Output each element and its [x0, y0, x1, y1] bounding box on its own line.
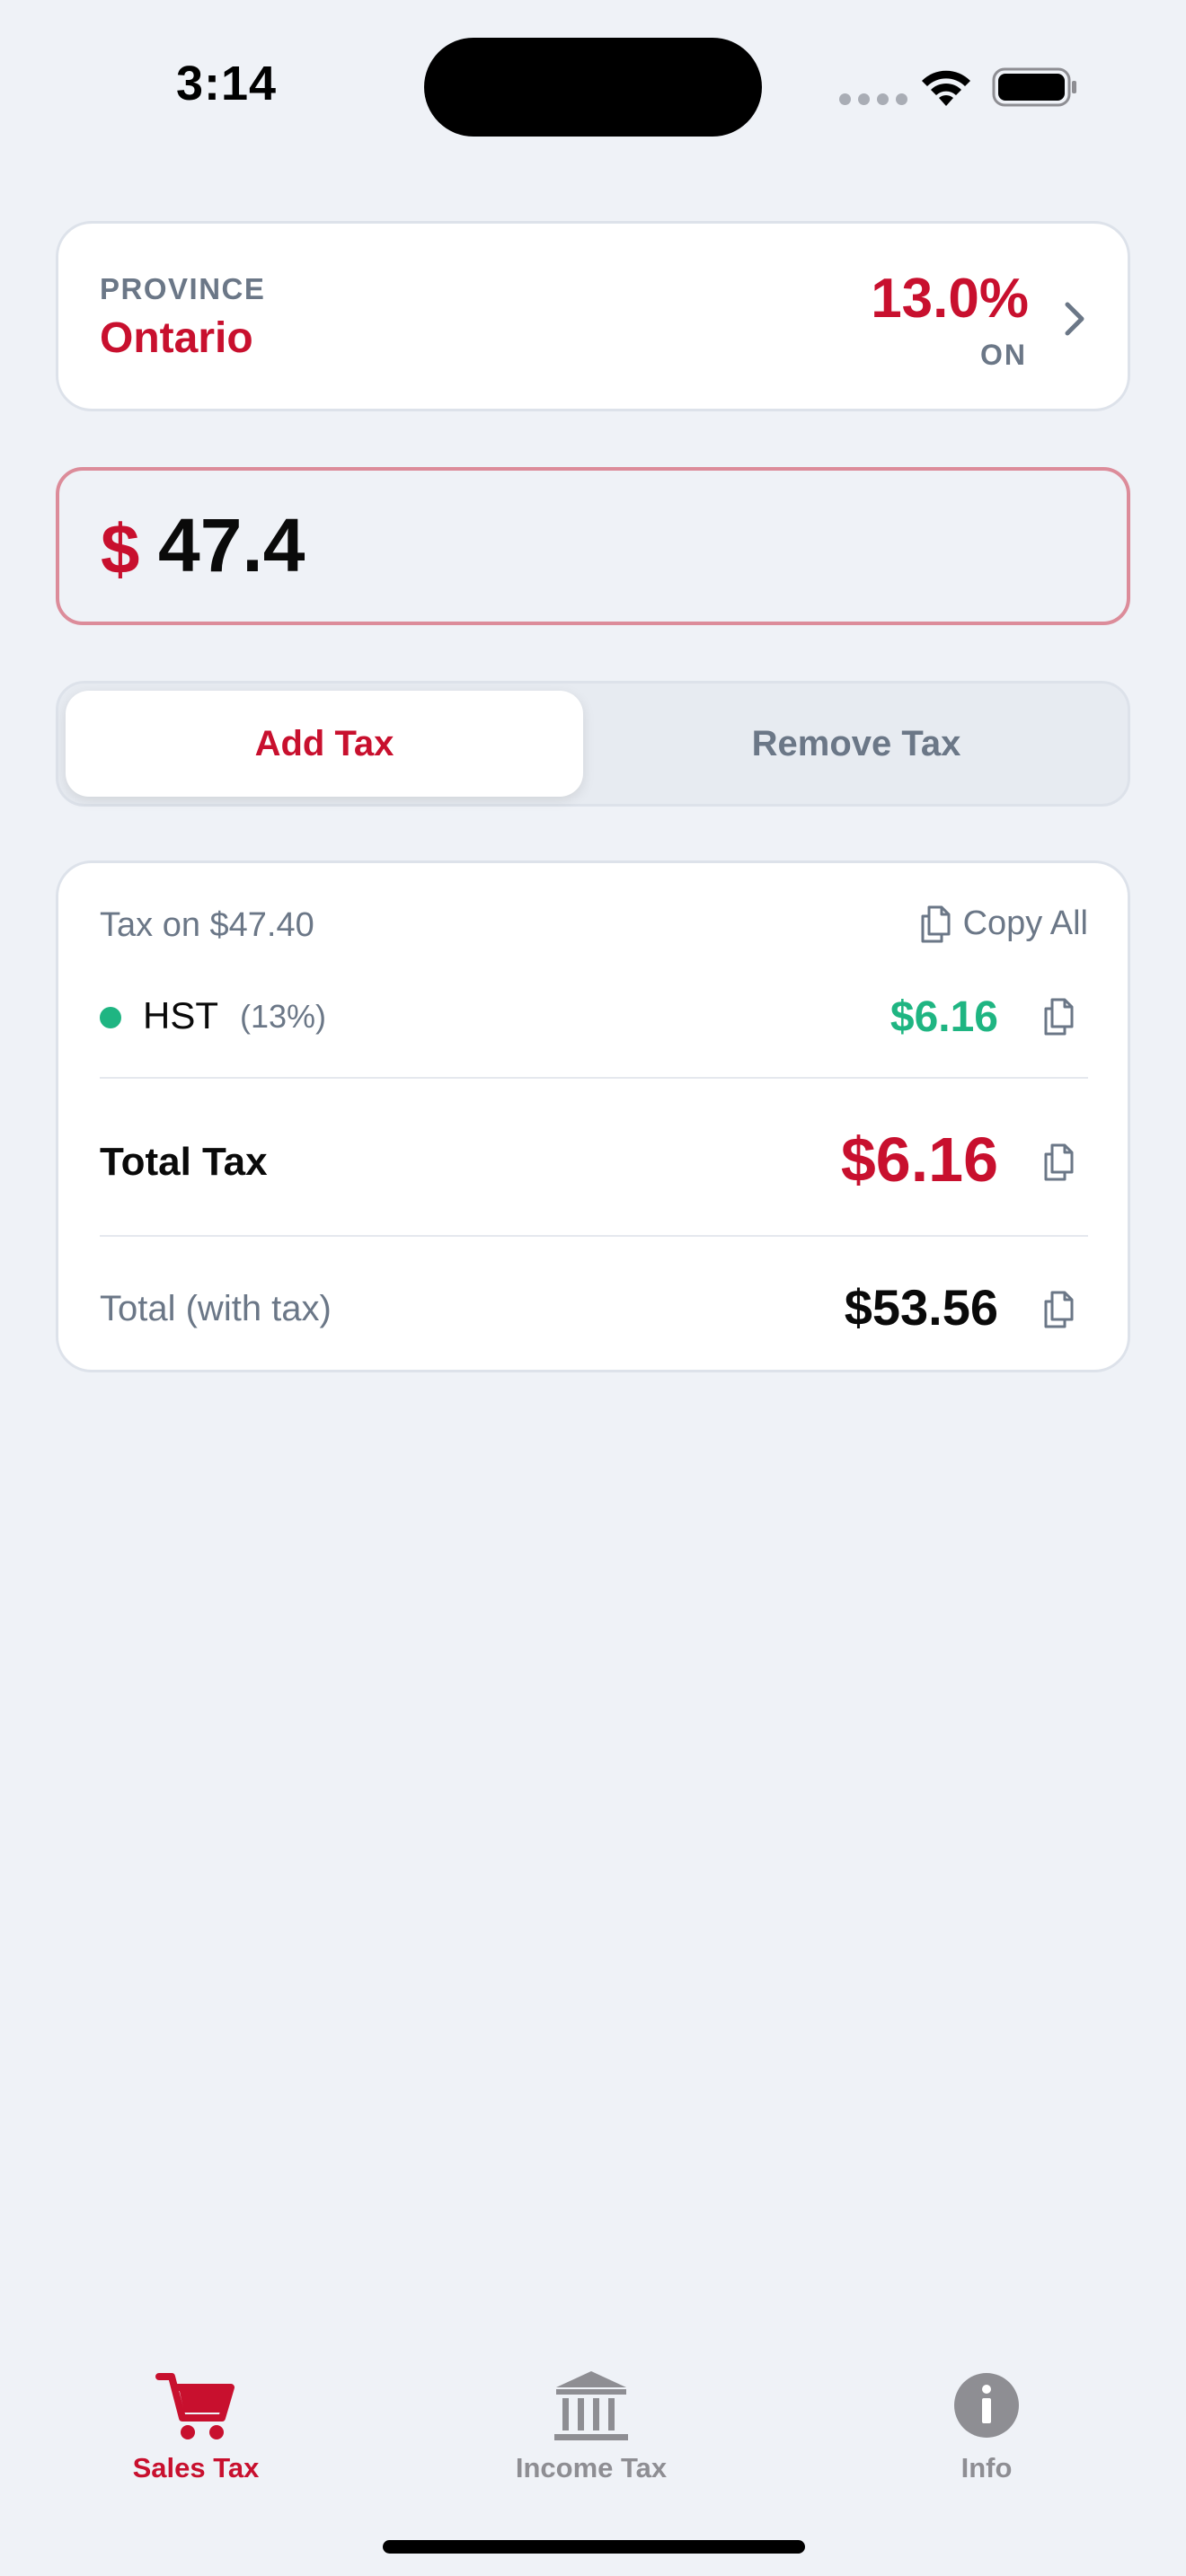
tab-income-tax[interactable]: Income Tax — [456, 2368, 726, 2484]
dynamic-island — [424, 38, 762, 137]
tax-line-amount: $6.16 — [890, 993, 998, 1041]
copy-all-label: Copy All — [962, 904, 1088, 942]
bank-icon — [554, 2371, 628, 2440]
tab-label: Info — [960, 2452, 1013, 2483]
total-with-tax-label: Total (with tax) — [100, 1289, 332, 1328]
divider — [100, 1235, 1088, 1237]
cart-icon — [155, 2373, 235, 2439]
copy-total-button[interactable] — [1043, 1291, 1074, 1328]
tax-mode-toggle: Add Tax Remove Tax — [56, 681, 1130, 807]
amount-input[interactable] — [158, 496, 1093, 595]
province-code: ON — [980, 339, 1027, 371]
remove-tax-button[interactable]: Remove Tax — [597, 691, 1115, 797]
tax-on-label: Tax on $47.40 — [100, 906, 314, 944]
total-tax-label: Total Tax — [100, 1140, 268, 1184]
province-caption: PROVINCE — [100, 272, 266, 305]
cellular-signal-icon — [839, 93, 907, 105]
total-tax-row: Total Tax $6.16 — [100, 1124, 1088, 1204]
copy-icon — [920, 905, 951, 943]
app-screen: 3:14 PROVINCE Ontario 13.0% ON $ Add Tax… — [0, 0, 1186, 2576]
amount-field[interactable]: $ — [56, 467, 1130, 625]
tax-line-rate: (13%) — [240, 998, 327, 1035]
province-selector[interactable]: PROVINCE Ontario 13.0% ON — [56, 221, 1130, 411]
copy-total-tax-button[interactable] — [1043, 1143, 1074, 1181]
province-name: Ontario — [100, 314, 253, 362]
total-with-tax-amount: $53.56 — [844, 1279, 998, 1336]
divider — [100, 1077, 1088, 1079]
currency-symbol: $ — [101, 509, 140, 588]
battery-icon — [992, 67, 1076, 107]
tab-sales-tax[interactable]: Sales Tax — [61, 2368, 331, 2484]
tab-label: Sales Tax — [132, 2452, 260, 2483]
tab-label: Income Tax — [515, 2452, 668, 2483]
tax-results-card: Tax on $47.40 Copy All HST (13%) $6.16 T… — [56, 860, 1130, 1372]
tab-info[interactable]: Info — [852, 2368, 1121, 2484]
province-tax-rate: 13.0% — [871, 268, 1029, 330]
copy-all-button[interactable]: Copy All — [920, 904, 1088, 943]
tax-line-name: HST — [143, 994, 218, 1037]
copy-hst-button[interactable] — [1043, 998, 1074, 1036]
tab-bar: Sales Tax Income Tax Info — [0, 2335, 1186, 2515]
status-dot — [100, 1007, 121, 1028]
chevron-right-icon — [1065, 302, 1084, 336]
tax-line-item: HST (13%) $6.16 — [100, 987, 1088, 1050]
info-icon — [954, 2373, 1019, 2438]
home-indicator[interactable] — [383, 2540, 805, 2554]
status-time: 3:14 — [176, 57, 278, 110]
total-with-tax-row: Total (with tax) $53.56 — [100, 1273, 1088, 1345]
wifi-icon — [922, 70, 970, 106]
total-tax-amount: $6.16 — [840, 1125, 998, 1195]
add-tax-button[interactable]: Add Tax — [66, 691, 583, 797]
